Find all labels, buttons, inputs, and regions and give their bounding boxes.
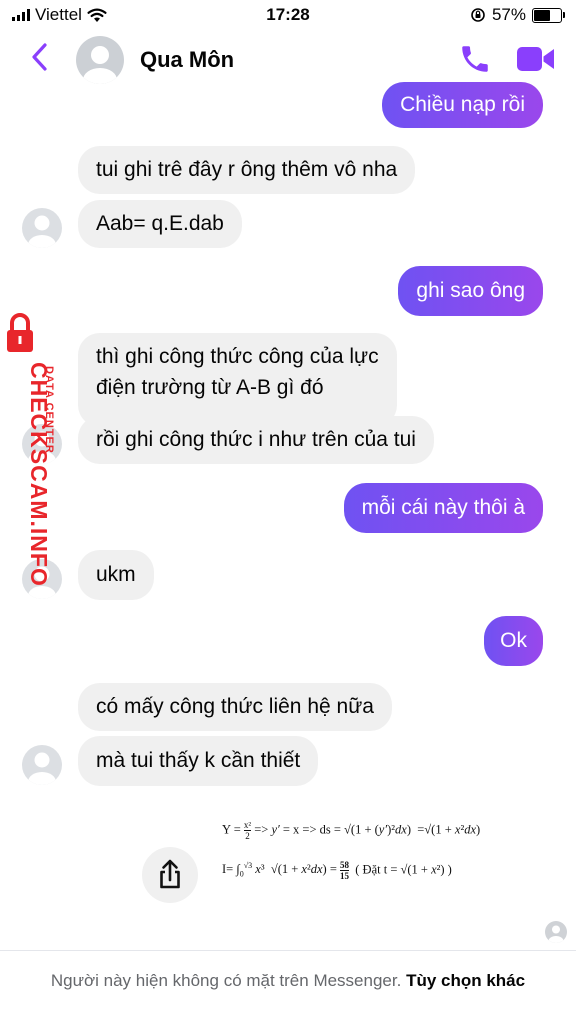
battery-percent: 57%: [491, 5, 526, 24]
formula-image[interactable]: Y = x² 2 => y′ = x => ds = √(1 + (y′)²dx)…: [222, 820, 480, 841]
message-incoming[interactable]: có mấy công thức liên hệ nữa: [78, 683, 392, 731]
formula-image[interactable]: I= ∫0√3 x³ √(1 + x²dx) = 58 15 ( Đặt t = …: [222, 860, 452, 881]
message-outgoing[interactable]: ghi sao ông: [398, 266, 543, 316]
message-incoming[interactable]: thì ghi công thức công của lực điện trườ…: [78, 333, 397, 427]
checkscam-watermark: CHECKSCAM.INFO DATA CENTER: [7, 313, 55, 587]
back-chevron-icon[interactable]: [30, 42, 50, 72]
sender-avatar[interactable]: [22, 745, 62, 785]
sender-avatar[interactable]: [22, 208, 62, 248]
watermark-subtitle: DATA CENTER: [43, 366, 55, 454]
seen-avatar: [545, 921, 567, 943]
contact-name[interactable]: Qua Môn: [140, 47, 234, 73]
message-outgoing[interactable]: Chiều nạp rồi: [382, 82, 543, 128]
battery-icon: [532, 7, 565, 23]
message-incoming[interactable]: ukm: [78, 550, 154, 600]
offline-notice: Người này hiện không có mặt trên Messeng…: [0, 950, 576, 1025]
message-incoming[interactable]: mà tui thấy k cần thiết: [78, 736, 319, 786]
message-outgoing[interactable]: Ok: [484, 616, 543, 666]
message-incoming[interactable]: rồi ghi công thức i như trên của tui: [78, 416, 434, 464]
video-call-icon[interactable]: [516, 44, 556, 74]
share-button[interactable]: [142, 847, 198, 903]
message-line: điện trường từ A-B gì đó: [96, 376, 324, 399]
offline-text: Người này hiện không có mặt trên Messeng…: [50, 971, 402, 990]
share-icon: [160, 859, 180, 889]
message-incoming[interactable]: tui ghi trê đây r ông thêm vô nha: [78, 146, 416, 194]
status-bar: Viettel 17:28 57%: [0, 0, 576, 30]
contact-avatar[interactable]: [76, 36, 124, 84]
phone-call-icon[interactable]: [458, 42, 492, 76]
more-options-link[interactable]: Tùy chọn khác: [406, 971, 525, 990]
message-line: thì ghi công thức công của lực: [96, 345, 379, 368]
orientation-lock-icon: [471, 8, 485, 22]
message-outgoing[interactable]: mỗi cái này thôi à: [343, 483, 543, 533]
message-incoming[interactable]: Aab= q.E.dab: [78, 200, 242, 248]
